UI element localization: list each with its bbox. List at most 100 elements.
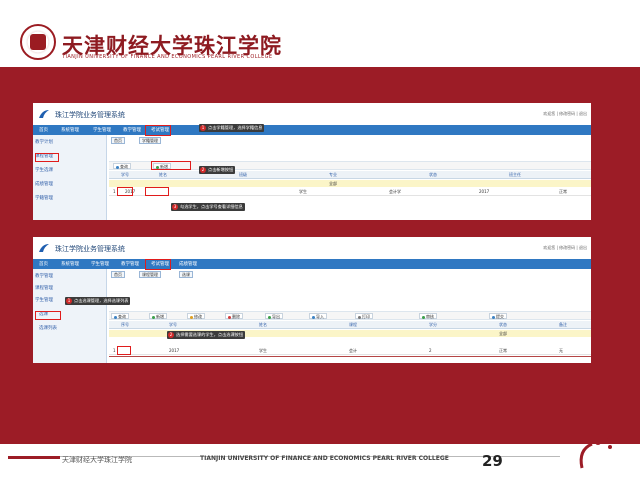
note-2: 2 选择需要选课的学生，点击选课按钮 (167, 331, 246, 339)
row-id[interactable]: 2017 (169, 348, 179, 353)
filter-value[interactable]: 全部 (329, 181, 337, 187)
step-badge-2: 2 (200, 167, 206, 173)
row-status: 正常 (559, 189, 567, 194)
query-button[interactable]: 查询 (111, 313, 129, 319)
column-teacher[interactable]: 班主任 (509, 172, 521, 178)
column-name[interactable]: 姓名 (159, 172, 167, 178)
filter-row[interactable]: 全部 (109, 180, 591, 187)
delete-button[interactable]: 删除 (225, 313, 243, 319)
plus-icon (152, 315, 155, 319)
step-badge-2: 2 (168, 332, 174, 338)
tab-home[interactable]: 首页 (111, 271, 125, 278)
college-seal-logo (20, 24, 56, 60)
top-links[interactable]: 欢迎您 | 修改密码 | 退出 (543, 111, 587, 117)
printer-icon (358, 315, 361, 319)
sidebar-item-4[interactable]: 成绩管理 (35, 181, 53, 187)
row-index: 1 (113, 348, 116, 353)
column-remark[interactable]: 备注 (559, 322, 567, 328)
column-class[interactable]: 班级 (239, 172, 247, 178)
screenshot-2: 珠江学院业务管理系统 欢迎您 | 修改密码 | 退出 首页 系统管理 学生管理 … (33, 237, 591, 363)
edit-button[interactable]: 修改 (187, 313, 205, 319)
menu-item-teaching[interactable]: 教学管理 (123, 127, 141, 133)
sidebar-item-1[interactable]: 教学管理 (35, 273, 53, 279)
table-row[interactable]: 1 2017 学生 会计 2 正常 无 (109, 347, 591, 355)
app-title: 珠江学院业务管理系统 (55, 245, 125, 253)
filter-value[interactable]: 全部 (499, 331, 507, 337)
highlight-id (145, 187, 169, 196)
grid-header: 序号 学号 姓名 课程 学分 状态 备注 (109, 321, 591, 329)
note-1: 1 点击学籍管理，选择学籍信息 (199, 124, 265, 132)
row-name: 学生 (299, 189, 307, 194)
export-icon (268, 315, 271, 319)
column-name[interactable]: 姓名 (259, 322, 267, 328)
import-icon (312, 315, 315, 319)
export-button[interactable]: 导出 (265, 313, 283, 319)
slide-header: 天津财经大学珠江学院 TIANJIN UNIVERSITY OF FINANCE… (0, 0, 640, 70)
tab-records[interactable]: 学籍管理 (139, 137, 161, 144)
tab-selection[interactable]: 选课 (179, 271, 193, 278)
menu-item-home[interactable]: 首页 (39, 127, 48, 133)
query-button[interactable]: 查询 (113, 163, 131, 169)
sidebar-item-1[interactable]: 教学计划 (35, 139, 53, 145)
import-button[interactable]: 导入 (309, 313, 327, 319)
menu-item-grades[interactable]: 成绩管理 (179, 261, 197, 267)
app-logo-icon (39, 110, 49, 118)
main-menu: 首页 系统管理 学生管理 教学管理 考试管理 成绩管理 (33, 259, 591, 269)
highlight-menu (145, 259, 171, 270)
menu-item-teaching[interactable]: 教学管理 (121, 261, 139, 267)
footer-school-en: TIANJIN UNIVERSITY OF FINANCE AND ECONOM… (200, 455, 449, 462)
print-button[interactable]: 打印 (355, 313, 373, 319)
row-status: 正常 (499, 348, 507, 353)
page-number: 29 (482, 452, 503, 470)
highlight-sidebar (35, 311, 61, 320)
add-button[interactable]: 新增 (149, 313, 167, 319)
note-1: 1 点击选课管理，选择选课列表 (65, 297, 131, 305)
footer-accent-bar (8, 456, 60, 459)
menu-item-system[interactable]: 系统管理 (61, 127, 79, 133)
search-icon (114, 315, 117, 319)
column-status[interactable]: 状态 (429, 172, 437, 178)
menu-item-system[interactable]: 系统管理 (61, 261, 79, 267)
step-badge-1: 1 (200, 125, 206, 131)
column-major[interactable]: 专业 (329, 172, 337, 178)
sidebar-item-5[interactable]: 学籍管理 (35, 195, 53, 201)
column-id[interactable]: 学号 (121, 172, 129, 178)
footer-school-cn: 天津财经大学珠江学院 (62, 456, 132, 464)
highlight-menu (145, 125, 171, 136)
table-row[interactable]: 1 2017 学生 会计学 2017 正常 (109, 188, 591, 196)
sidebar: 教学计划 课程管理 学生选课 成绩管理 学籍管理 (33, 135, 107, 220)
main-menu: 首页 系统管理 学生管理 教学管理 考试管理 (33, 125, 591, 135)
step-badge-3: 3 (172, 204, 178, 210)
menu-item-home[interactable]: 首页 (39, 261, 48, 267)
column-index[interactable]: 序号 (121, 322, 129, 328)
review-button[interactable]: 审核 (419, 313, 437, 319)
row-major: 会计学 (389, 189, 401, 194)
highlight-checkbox (117, 346, 131, 355)
submit-button[interactable]: 提交 (489, 313, 507, 319)
note-2: 2 点击新增按钮 (199, 166, 236, 174)
top-links[interactable]: 欢迎您 | 修改密码 | 退出 (543, 245, 587, 251)
sidebar-item-3[interactable]: 学生管理 (35, 297, 53, 303)
tab-home[interactable]: 首页 (111, 137, 125, 144)
app-titlebar: 珠江学院业务管理系统 欢迎您 | 修改密码 | 退出 (33, 237, 591, 259)
send-icon (492, 315, 495, 319)
tab-courses[interactable]: 课程管理 (139, 271, 161, 278)
decorative-swirl-icon (579, 437, 612, 469)
column-credit[interactable]: 学分 (429, 322, 437, 328)
screenshot-1: 珠江学院业务管理系统 欢迎您 | 修改密码 | 退出 首页 系统管理 学生管理 … (33, 103, 591, 220)
tab-bar: 首页 学籍管理 (109, 136, 591, 144)
row-index: 1 (113, 189, 116, 194)
menu-item-students[interactable]: 学生管理 (93, 127, 111, 133)
college-name-en: TIANJIN UNIVERSITY OF FINANCE AND ECONOM… (62, 54, 273, 60)
sidebar-item-5[interactable]: 选课列表 (39, 325, 57, 331)
app-title: 珠江学院业务管理系统 (55, 111, 125, 119)
column-id[interactable]: 学号 (169, 322, 177, 328)
menu-item-students[interactable]: 学生管理 (91, 261, 109, 267)
row-name: 学生 (259, 348, 267, 353)
sidebar-item-2[interactable]: 课程管理 (35, 285, 53, 291)
column-status[interactable]: 状态 (499, 322, 507, 328)
highlight-checkbox (117, 187, 133, 196)
column-course[interactable]: 课程 (349, 322, 357, 328)
row-credit: 2 (429, 348, 432, 353)
sidebar-item-3[interactable]: 学生选课 (35, 167, 53, 173)
